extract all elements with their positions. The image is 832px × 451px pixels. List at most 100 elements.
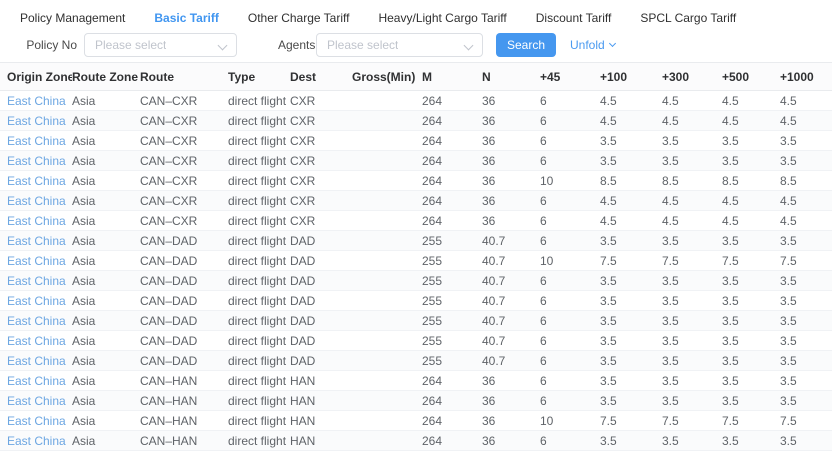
type-cell: direct flight — [228, 391, 290, 411]
tab-basic-tariff[interactable]: Basic Tariff — [154, 11, 218, 25]
plus45-cell: 6 — [536, 231, 596, 251]
m-cell: 255 — [418, 291, 478, 311]
origin-zone-link[interactable]: East China — [0, 291, 72, 311]
agents-label: Agents — [278, 38, 308, 52]
table-row: East ChinaAsiaCAN–HANdirect flightHAN264… — [0, 411, 832, 431]
origin-zone-link[interactable]: East China — [0, 111, 72, 131]
origin-zone-link[interactable]: East China — [0, 331, 72, 351]
plus100-cell: 3.5 — [596, 271, 658, 291]
n-cell: 36 — [478, 151, 536, 171]
unfold-label: Unfold — [570, 38, 605, 52]
n-cell: 36 — [478, 191, 536, 211]
type-cell: direct flight — [228, 411, 290, 431]
m-cell: 264 — [418, 131, 478, 151]
route-zone-cell: Asia — [72, 111, 140, 131]
tab-heavy-light-cargo-tariff[interactable]: Heavy/Light Cargo Tariff — [378, 11, 506, 25]
col-header-route: Route — [140, 63, 228, 91]
plus1000-cell: 4.5 — [776, 91, 832, 111]
plus1000-cell: 3.5 — [776, 291, 832, 311]
origin-zone-link[interactable]: East China — [0, 251, 72, 271]
origin-zone-link[interactable]: East China — [0, 391, 72, 411]
tab-spcl-cargo-tariff[interactable]: SPCL Cargo Tariff — [640, 11, 736, 25]
plus45-cell: 6 — [536, 351, 596, 371]
plus45-cell: 6 — [536, 91, 596, 111]
gross-min-cell — [352, 391, 418, 411]
agents-select[interactable]: Please select — [316, 33, 483, 57]
origin-zone-link[interactable]: East China — [0, 131, 72, 151]
tariff-table: Origin Zone Route Zone Route Type Dest G… — [0, 62, 832, 451]
origin-zone-link[interactable]: East China — [0, 431, 72, 451]
m-cell: 255 — [418, 331, 478, 351]
origin-zone-link[interactable]: East China — [0, 371, 72, 391]
plus100-cell: 7.5 — [596, 251, 658, 271]
dest-cell: DAD — [290, 311, 352, 331]
origin-zone-link[interactable]: East China — [0, 351, 72, 371]
route-zone-cell: Asia — [72, 391, 140, 411]
table-row: East ChinaAsiaCAN–CXRdirect flightCXR264… — [0, 111, 832, 131]
dest-cell: CXR — [290, 111, 352, 131]
dest-cell: CXR — [290, 211, 352, 231]
table-row: East ChinaAsiaCAN–DADdirect flightDAD255… — [0, 291, 832, 311]
type-cell: direct flight — [228, 151, 290, 171]
origin-zone-link[interactable]: East China — [0, 311, 72, 331]
plus100-cell: 7.5 — [596, 411, 658, 431]
origin-zone-link[interactable]: East China — [0, 91, 72, 111]
plus45-cell: 6 — [536, 111, 596, 131]
plus1000-cell: 3.5 — [776, 431, 832, 451]
plus300-cell: 7.5 — [658, 251, 718, 271]
plus300-cell: 7.5 — [658, 411, 718, 431]
m-cell: 264 — [418, 371, 478, 391]
origin-zone-link[interactable]: East China — [0, 151, 72, 171]
origin-zone-link[interactable]: East China — [0, 171, 72, 191]
origin-zone-link[interactable]: East China — [0, 411, 72, 431]
search-button[interactable]: Search — [496, 33, 556, 57]
dest-cell: HAN — [290, 431, 352, 451]
plus500-cell: 7.5 — [718, 411, 776, 431]
route-zone-cell: Asia — [72, 211, 140, 231]
dest-cell: CXR — [290, 171, 352, 191]
policy-no-placeholder: Please select — [95, 38, 166, 52]
tab-bar: Policy Management Basic Tariff Other Cha… — [0, 0, 832, 26]
policy-no-select[interactable]: Please select — [84, 33, 237, 57]
plus45-cell: 6 — [536, 211, 596, 231]
plus1000-cell: 3.5 — [776, 311, 832, 331]
plus300-cell: 3.5 — [658, 291, 718, 311]
route-zone-cell: Asia — [72, 431, 140, 451]
tab-policy-management[interactable]: Policy Management — [20, 11, 125, 25]
n-cell: 36 — [478, 391, 536, 411]
plus1000-cell: 3.5 — [776, 331, 832, 351]
table-row: East ChinaAsiaCAN–DADdirect flightDAD255… — [0, 351, 832, 371]
plus300-cell: 3.5 — [658, 331, 718, 351]
n-cell: 36 — [478, 111, 536, 131]
type-cell: direct flight — [228, 91, 290, 111]
dest-cell: DAD — [290, 351, 352, 371]
n-cell: 40.7 — [478, 231, 536, 251]
plus45-cell: 6 — [536, 331, 596, 351]
plus1000-cell: 4.5 — [776, 211, 832, 231]
plus100-cell: 3.5 — [596, 431, 658, 451]
m-cell: 264 — [418, 431, 478, 451]
plus100-cell: 3.5 — [596, 331, 658, 351]
type-cell: direct flight — [228, 111, 290, 131]
type-cell: direct flight — [228, 191, 290, 211]
route-cell: CAN–HAN — [140, 371, 228, 391]
tab-other-charge-tariff[interactable]: Other Charge Tariff — [248, 11, 350, 25]
plus100-cell: 4.5 — [596, 211, 658, 231]
gross-min-cell — [352, 291, 418, 311]
origin-zone-link[interactable]: East China — [0, 191, 72, 211]
dest-cell: DAD — [290, 251, 352, 271]
plus1000-cell: 3.5 — [776, 231, 832, 251]
unfold-link[interactable]: Unfold — [570, 38, 615, 52]
col-header-dest: Dest — [290, 63, 352, 91]
plus300-cell: 3.5 — [658, 131, 718, 151]
origin-zone-link[interactable]: East China — [0, 271, 72, 291]
tab-discount-tariff[interactable]: Discount Tariff — [536, 11, 612, 25]
route-cell: CAN–HAN — [140, 431, 228, 451]
origin-zone-link[interactable]: East China — [0, 211, 72, 231]
plus300-cell: 3.5 — [658, 371, 718, 391]
plus1000-cell: 3.5 — [776, 271, 832, 291]
plus500-cell: 7.5 — [718, 251, 776, 271]
n-cell: 40.7 — [478, 251, 536, 271]
origin-zone-link[interactable]: East China — [0, 231, 72, 251]
gross-min-cell — [352, 331, 418, 351]
